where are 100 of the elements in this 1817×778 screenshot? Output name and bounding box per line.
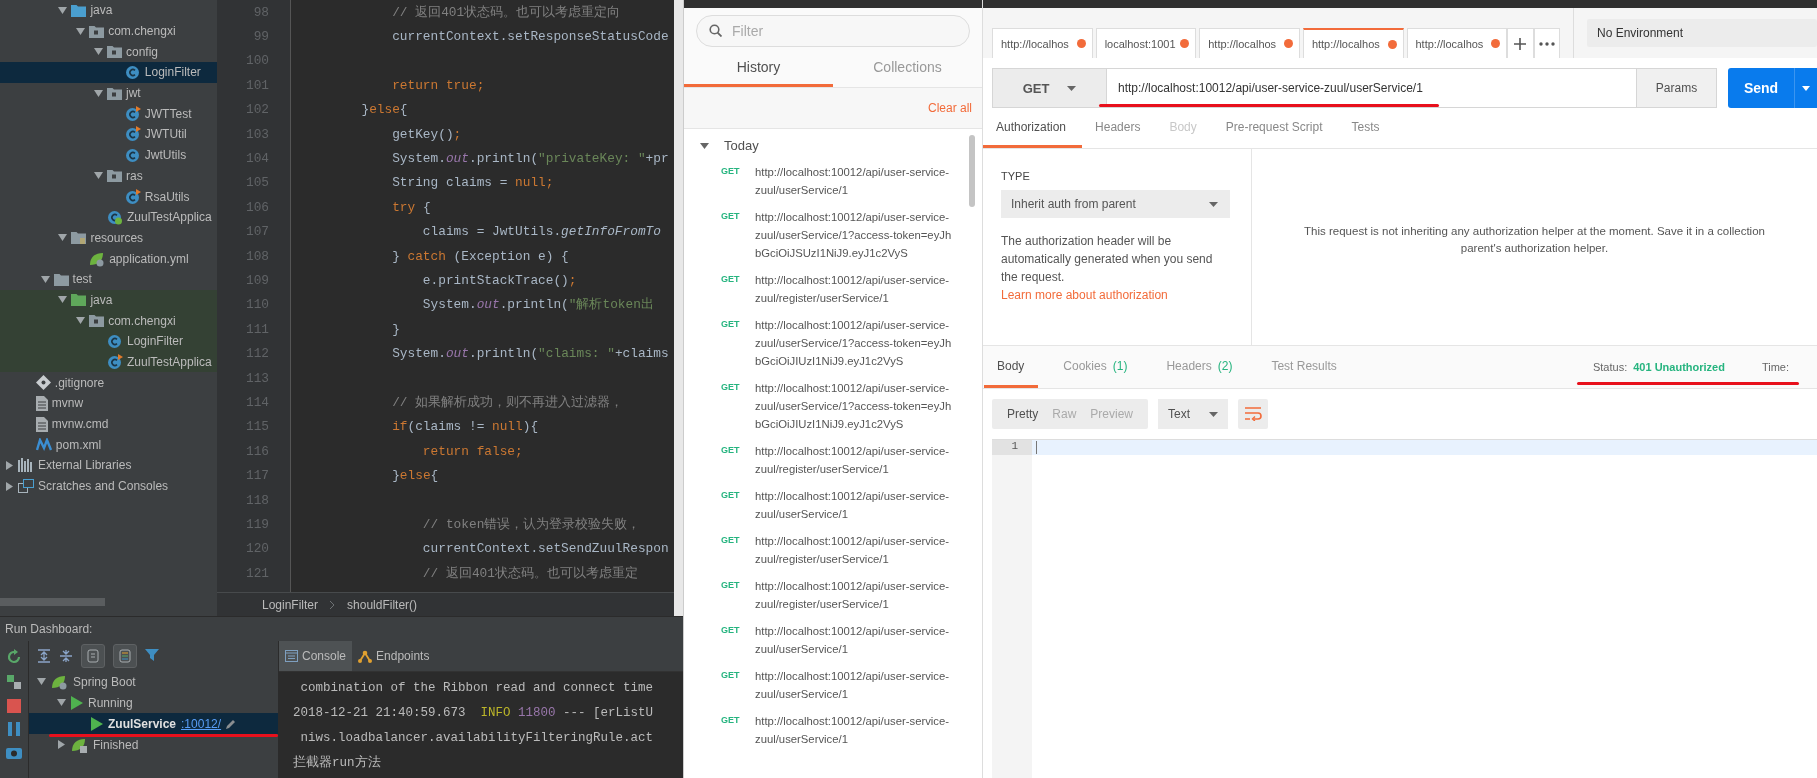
triangle-down-icon[interactable] [37, 678, 46, 685]
history-item[interactable]: GET http://localhost:10012/api/user-service-zuul/register/userService/1 [684, 574, 982, 619]
triangle-right-icon[interactable] [58, 740, 65, 749]
new-tab-button[interactable] [1507, 28, 1534, 58]
triangle-down-icon[interactable] [40, 275, 50, 283]
rerun-icon[interactable] [6, 649, 22, 665]
history-item[interactable]: GET http://localhost:10012/api/user-service-zuul/userService/1 [684, 619, 982, 664]
tree-item[interactable]: JWTUtil [0, 124, 217, 145]
tree-item[interactable]: java [0, 0, 217, 21]
run-tree-item[interactable]: Running [29, 692, 278, 713]
history-item[interactable]: GET http://localhost:10012/api/user-service-zuul/userService/1?access-token=eyJhbGciOiJIUzI1NiJ9.eyJ1c2VyS [684, 313, 982, 376]
expand-all-icon[interactable] [37, 649, 51, 663]
pencil-icon[interactable] [226, 718, 237, 729]
history-item[interactable]: GET http://localhost:10012/api/user-service-zuul/userService/1 [684, 709, 982, 754]
triangle-down-icon[interactable] [57, 699, 66, 706]
tree-item[interactable]: JWTTest [0, 103, 217, 125]
more-button[interactable] [1533, 28, 1561, 58]
triangle-down-icon[interactable] [76, 317, 86, 325]
run-configurations-icon[interactable] [6, 674, 22, 690]
tree-item[interactable]: config [0, 41, 217, 63]
environment-select[interactable]: No Environment [1586, 19, 1817, 47]
tree-item[interactable]: test [0, 268, 217, 290]
request-tab[interactable]: localhost:1001 [1095, 28, 1197, 58]
search-field[interactable]: Filter [696, 15, 970, 47]
filter-icon[interactable] [145, 648, 161, 664]
collapse-all-icon[interactable] [59, 649, 73, 663]
request-section-tab[interactable]: Headers [1082, 108, 1157, 148]
breadcrumb[interactable]: shouldFilter() [347, 597, 418, 612]
request-section-tab[interactable]: Authorization [983, 108, 1083, 148]
request-tab[interactable]: http://localhos [1302, 28, 1404, 58]
folder-icon [71, 3, 87, 17]
tree-item[interactable]: External Libraries [0, 455, 217, 476]
tree-item[interactable]: ZuulTestApplica [0, 206, 217, 228]
tree-item[interactable]: mvnw.cmd [0, 413, 217, 435]
code-line: e.printStackTrace(); [421, 273, 577, 288]
triangle-right-icon[interactable] [6, 481, 13, 491]
auth-type-select[interactable]: Inherit auth from parent [1001, 190, 1230, 218]
triangle-down-icon[interactable] [58, 296, 68, 304]
format-select[interactable]: Text [1158, 399, 1229, 429]
triangle-down-icon[interactable] [700, 142, 709, 149]
pause-icon[interactable] [7, 722, 21, 736]
request-section-tab[interactable]: Tests [1338, 108, 1396, 148]
tree-item[interactable]: pom.xml [0, 434, 217, 456]
history-group-header[interactable]: Today [684, 129, 982, 160]
request-tab[interactable]: http://localhos [1406, 28, 1508, 58]
tree-item[interactable]: .gitignore [0, 372, 217, 394]
url-field[interactable]: http://localhost:10012/api/user-service-zuul/userService/1 [1107, 68, 1637, 108]
triangle-down-icon[interactable] [58, 234, 68, 242]
triangle-down-icon[interactable] [58, 6, 68, 14]
tree-item[interactable]: com.chengxi [0, 20, 217, 42]
run-tree-item[interactable]: ZuulService :10012/ [29, 713, 278, 734]
tree-item[interactable]: jwt [0, 82, 217, 104]
tree-item[interactable]: java [0, 289, 217, 311]
tree-item[interactable]: LoginFilter [0, 331, 217, 352]
history-item[interactable]: GET http://localhost:10012/api/user-service-zuul/register/userService/1 [684, 439, 982, 484]
tree-item[interactable]: RsaUtils [0, 186, 217, 207]
triangle-down-icon[interactable] [94, 89, 103, 97]
tree-item[interactable]: mvnw [0, 393, 217, 414]
triangle-down-icon[interactable] [76, 27, 86, 35]
port-link[interactable]: :10012/ [181, 716, 222, 731]
tree-item[interactable]: LoginFilter [0, 62, 217, 83]
tree-item[interactable]: com.chengxi [0, 310, 217, 331]
scrollbar[interactable] [969, 135, 975, 207]
history-item[interactable]: GET http://localhost:10012/api/user-service-zuul/userService/1 [684, 484, 982, 529]
request-tab[interactable]: http://localhos [1199, 28, 1300, 58]
request-section-tab[interactable]: Pre-request Script [1212, 108, 1339, 148]
send-options-button[interactable] [1794, 68, 1817, 108]
tree-item[interactable]: application.yml [0, 248, 217, 269]
response-tab[interactable]: Body [984, 346, 1039, 388]
tree-item[interactable]: Scratches and Consoles [0, 475, 217, 497]
tree-item[interactable]: ras [0, 165, 217, 187]
tree-item[interactable]: JwtUtils [0, 144, 217, 166]
history-item[interactable]: GET http://localhost:10012/api/user-service-zuul/userService/1?access-token=eyJhbGciOiJIUzI1NiJ9.eyJ1c2VyS [684, 376, 982, 439]
scrollbar[interactable] [674, 0, 683, 616]
triangle-down-icon[interactable] [94, 172, 103, 180]
scrollbar[interactable] [0, 598, 105, 606]
console-tab[interactable]: Endpoints [352, 641, 436, 671]
learn-more-link[interactable]: Learn more about authorization [1001, 288, 1168, 302]
camera-icon[interactable] [6, 745, 22, 759]
history-item[interactable]: GET http://localhost:10012/api/user-service-zuul/register/userService/1 [684, 268, 982, 313]
tree-item[interactable]: ZuulTestApplica [0, 351, 217, 373]
view-mode-tab[interactable]: Pretty [1000, 399, 1046, 429]
wrap-lines-button[interactable] [1238, 399, 1269, 429]
history-item[interactable]: GET http://localhost:10012/api/user-service-zuul/userService/1 [684, 664, 982, 709]
send-button[interactable]: Send [1728, 68, 1794, 108]
run-tree-item[interactable]: Spring Boot [29, 671, 278, 692]
breadcrumb[interactable]: LoginFilter [262, 597, 319, 612]
method-select[interactable]: GET [992, 68, 1107, 108]
history-item[interactable]: GET http://localhost:10012/api/user-service-zuul/userService/1?access-token=eyJhbGciOiJSUzI1NiJ9.eyJ1c2VyS [684, 205, 982, 268]
triangle-down-icon[interactable] [94, 48, 103, 56]
triangle-right-icon[interactable] [6, 460, 13, 470]
request-tab[interactable]: http://localhos [992, 28, 1093, 58]
group-by-status-button[interactable] [113, 644, 137, 668]
run-tree-item[interactable]: Finished [29, 734, 278, 755]
params-button[interactable]: Params [1637, 68, 1717, 108]
group-by-type-button[interactable] [81, 644, 105, 668]
history-item[interactable]: GET http://localhost:10012/api/user-service-zuul/userService/1 [684, 160, 982, 205]
console-tab[interactable]: Console [279, 641, 353, 671]
history-item[interactable]: GET http://localhost:10012/api/user-service-zuul/register/userService/1 [684, 529, 982, 574]
tree-item[interactable]: resources [0, 227, 217, 249]
